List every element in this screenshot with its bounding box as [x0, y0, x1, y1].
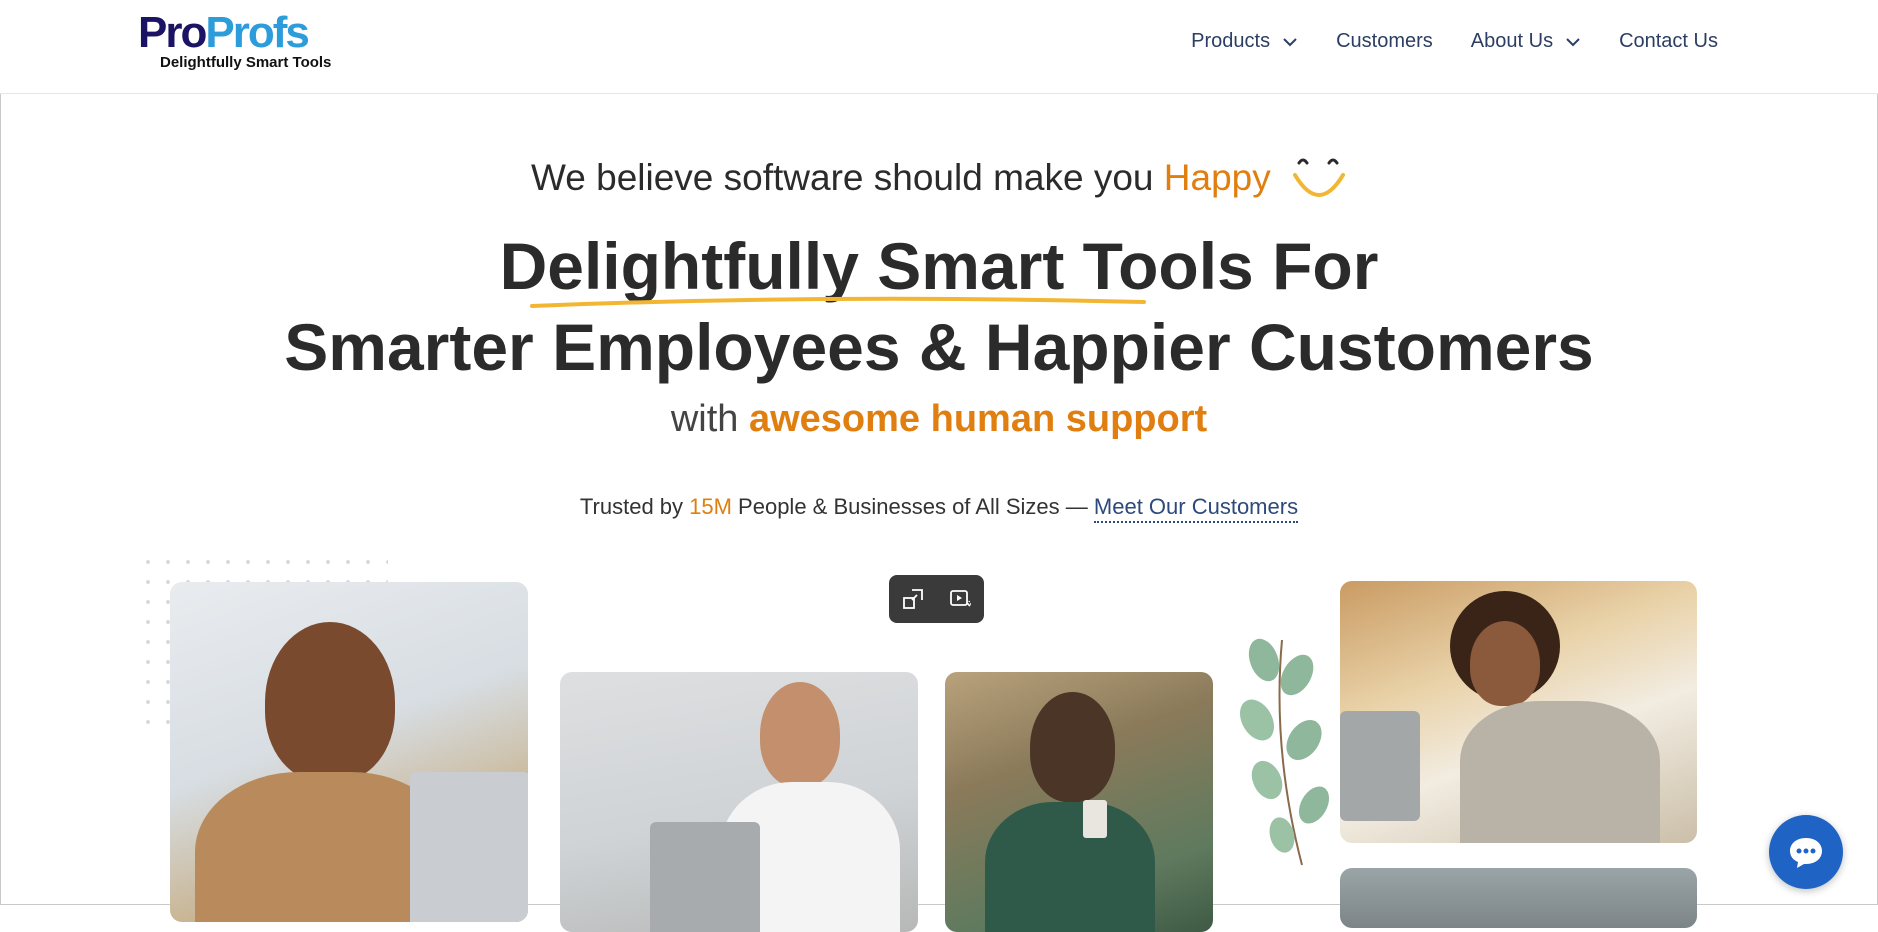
person-head-shape — [265, 622, 395, 782]
trusted-line: Trusted by 15M People & Businesses of Al… — [0, 494, 1878, 523]
support-prefix: with — [670, 398, 749, 440]
support-line: with awesome human support — [0, 398, 1878, 441]
person-face-shape — [1470, 621, 1540, 706]
person-body-shape — [985, 802, 1155, 932]
logo-tagline: Delightfully Smart Tools — [160, 54, 332, 71]
photo-woman-laptop — [170, 582, 528, 922]
nav-customers-label: Customers — [1336, 30, 1433, 52]
nav-products-label: Products — [1191, 30, 1271, 52]
video-magic-icon[interactable] — [948, 587, 972, 611]
nav-products[interactable]: Products — [1191, 30, 1298, 53]
logo-pro-text: Pro — [138, 8, 207, 57]
trusted-number: 15M — [689, 494, 732, 519]
nav-about-label: About Us — [1470, 30, 1554, 52]
trusted-prefix: Trusted by — [579, 494, 690, 519]
logo-wordmark: ProProfs — [138, 8, 310, 57]
proprofs-logo[interactable]: ProProfs Delightfully Smart Tools — [138, 10, 338, 80]
nav-contact-us[interactable]: Contact Us — [1619, 30, 1718, 53]
belief-tagline: We believe software should make you Happ… — [0, 155, 1878, 205]
smile-icon — [1293, 158, 1345, 197]
eucalyptus-leaf-decoration — [1239, 638, 1330, 866]
headline-line-2: Smarter Employees & Happier Customers — [284, 310, 1594, 384]
photo-man-laptop — [560, 672, 918, 932]
nav-contact-label: Contact Us — [1619, 30, 1718, 52]
coffee-cup-shape — [1083, 800, 1107, 838]
person-head-shape — [1030, 692, 1115, 802]
person-head-shape — [760, 682, 840, 787]
belief-happy: Happy — [1163, 156, 1271, 198]
laptop-shape — [650, 822, 760, 932]
nav-about-us[interactable]: About Us — [1471, 30, 1581, 53]
video-toolbar — [889, 575, 984, 623]
meet-customers-link[interactable]: Meet Our Customers — [1093, 494, 1299, 523]
laptop-shape — [1340, 711, 1420, 821]
photo-woman-coffee — [945, 672, 1213, 932]
chevron-down-icon — [1566, 37, 1580, 46]
nav-customers[interactable]: Customers — [1336, 30, 1433, 53]
laptop-shape — [410, 772, 528, 922]
trusted-suffix: People & Businesses of All Sizes — — [731, 494, 1094, 519]
photo-woman-headphones — [1340, 581, 1697, 843]
site-header: ProProfs Delightfully Smart Tools Produc… — [0, 0, 1878, 94]
logo-profs-text: Profs — [205, 8, 309, 57]
support-highlight: awesome human support — [748, 398, 1208, 440]
belief-prefix: We believe software should make you — [531, 156, 1164, 198]
photo-partial-bottom — [1340, 868, 1697, 928]
exit-fullscreen-icon[interactable] — [901, 587, 925, 611]
chevron-down-icon — [1283, 37, 1297, 46]
chat-launcher-button[interactable] — [1769, 815, 1843, 889]
chat-bubble-icon — [1790, 838, 1822, 868]
main-nav: Products Customers About Us Contact Us — [1153, 30, 1718, 53]
person-body-shape — [1460, 701, 1660, 843]
